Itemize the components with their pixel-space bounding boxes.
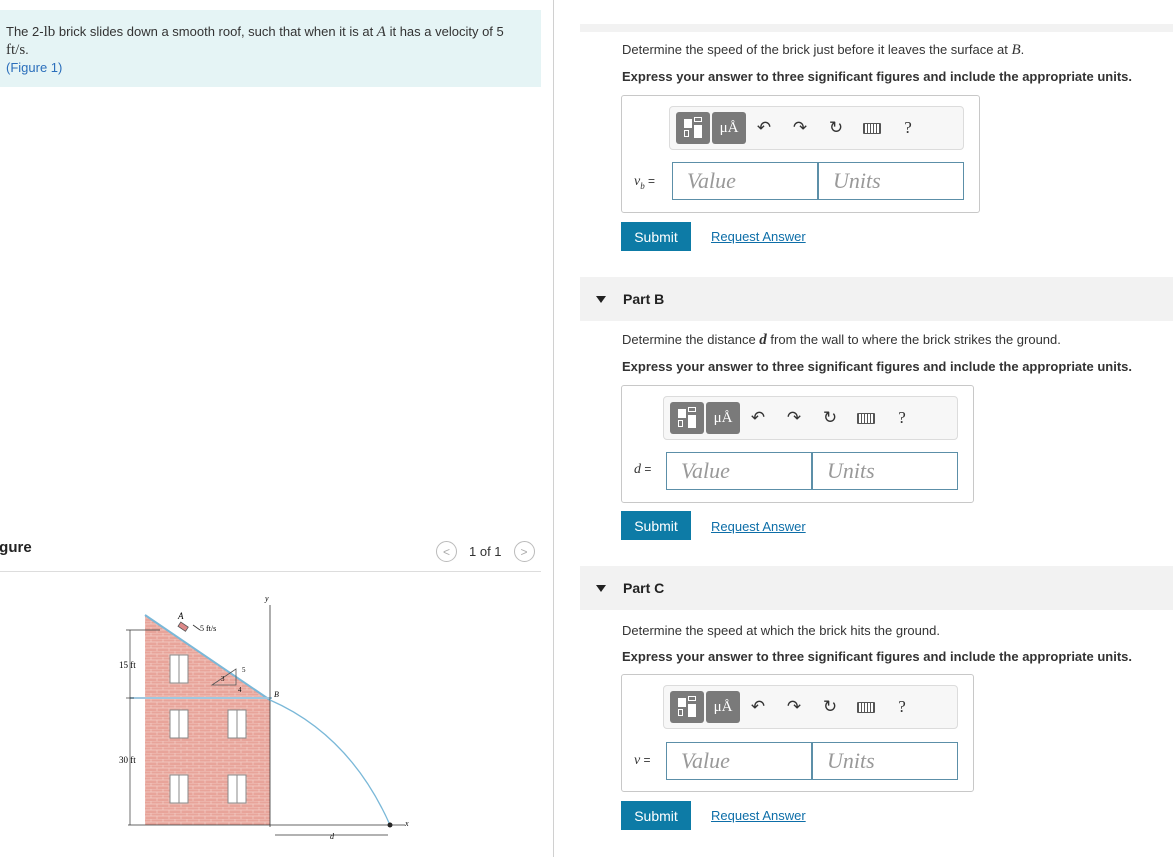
pane-divider	[553, 0, 554, 857]
part-a-request-answer-link[interactable]: Request Answer	[711, 229, 806, 244]
problem-text-1: The 2-	[6, 24, 44, 39]
problem-text-2: brick slides down a smooth roof, such th…	[55, 24, 377, 39]
keyboard-icon[interactable]	[854, 112, 890, 144]
part-b-question-var: d	[759, 332, 767, 348]
chevron-left-icon: <	[442, 544, 450, 559]
part-a-answer-box: μÅ ↶ ↷ ↻ ? vb = Value Units	[621, 95, 980, 213]
height-30ft-label: 30 ft	[119, 755, 136, 765]
part-b-value-input[interactable]: Value	[666, 452, 812, 490]
problem-units: ft/s	[6, 42, 26, 58]
point-a-label: A	[177, 611, 184, 621]
undo-icon[interactable]: ↶	[740, 691, 776, 723]
prev-figure-button[interactable]: <	[436, 541, 457, 562]
part-a-instruction: Express your answer to three significant…	[622, 69, 1132, 84]
part-b-question-end: from the wall to where the brick strikes…	[766, 332, 1061, 347]
part-a-header	[580, 24, 1173, 32]
trajectory-curve	[269, 699, 391, 826]
units-icon[interactable]: μÅ	[706, 402, 740, 434]
part-a-value-input[interactable]: Value	[672, 162, 818, 200]
part-c-var-label: v =	[634, 753, 651, 768]
part-a-toolbar: μÅ ↶ ↷ ↻ ?	[669, 106, 964, 150]
part-c-answer-box: μÅ ↶ ↷ ↻ ? v = Value Units	[621, 674, 974, 792]
undo-icon[interactable]: ↶	[740, 402, 776, 434]
slope-label-5: 5	[242, 666, 246, 674]
height-15ft-label: 15 ft	[119, 660, 136, 670]
part-a-question-var: B	[1011, 42, 1021, 58]
part-b-request-answer-link[interactable]: Request Answer	[711, 519, 806, 534]
reset-icon[interactable]: ↻	[818, 112, 854, 144]
part-b-units-input[interactable]: Units	[812, 452, 958, 490]
problem-point-a: A	[376, 24, 386, 40]
redo-icon[interactable]: ↷	[782, 112, 818, 144]
part-c-toolbar: μÅ ↶ ↷ ↻ ?	[663, 685, 958, 729]
building-wall	[145, 615, 270, 825]
part-b-question: Determine the distance d from the wall t…	[622, 332, 1061, 349]
caret-down-icon	[596, 295, 606, 303]
part-c-instruction: Express your answer to three significant…	[622, 649, 1132, 664]
problem-lb: lb	[43, 24, 56, 40]
part-a-var-label: vb =	[634, 174, 656, 191]
chevron-right-icon: >	[520, 544, 528, 559]
templates-icon[interactable]	[676, 112, 710, 144]
part-c-submit-button[interactable]: Submit	[621, 801, 691, 830]
problem-text-3: it has a velocity of 5	[385, 24, 504, 39]
figure-link[interactable]: (Figure 1)	[6, 59, 535, 76]
help-icon[interactable]: ?	[884, 691, 920, 723]
part-a-submit-button[interactable]: Submit	[621, 222, 691, 251]
part-c-request-answer-link[interactable]: Request Answer	[711, 808, 806, 823]
help-icon[interactable]: ?	[884, 402, 920, 434]
problem-period: .	[25, 42, 29, 57]
units-icon[interactable]: μÅ	[706, 691, 740, 723]
part-a-question-text: Determine the speed of the brick just be…	[622, 42, 1012, 57]
part-c-units-input[interactable]: Units	[812, 742, 958, 780]
part-b-header[interactable]: Part B	[580, 277, 1173, 321]
x-axis-label: x	[404, 819, 409, 828]
templates-icon[interactable]	[670, 691, 704, 723]
part-c-header[interactable]: Part C	[580, 566, 1173, 610]
next-figure-button[interactable]: >	[513, 541, 535, 562]
caret-down-icon	[596, 584, 606, 592]
part-b-submit-button[interactable]: Submit	[621, 511, 691, 540]
redo-icon[interactable]: ↷	[776, 691, 812, 723]
point-b-label: B	[274, 690, 279, 699]
part-c-question: Determine the speed at which the brick h…	[622, 623, 940, 638]
figure-nav: < 1 of 1 >	[436, 541, 535, 562]
part-a-units-input[interactable]: Units	[818, 162, 964, 200]
brick	[177, 621, 189, 632]
keyboard-icon[interactable]	[848, 402, 884, 434]
part-b-var-label: d =	[634, 462, 652, 477]
part-a-question: Determine the speed of the brick just be…	[622, 42, 1024, 59]
part-c-value-input[interactable]: Value	[666, 742, 812, 780]
help-icon[interactable]: ?	[890, 112, 926, 144]
figure-title: igure	[0, 539, 32, 556]
templates-icon[interactable]	[670, 402, 704, 434]
left-pane: The 2-lb brick slides down a smooth roof…	[0, 0, 553, 857]
redo-icon[interactable]: ↷	[776, 402, 812, 434]
reset-icon[interactable]: ↻	[812, 691, 848, 723]
undo-icon[interactable]: ↶	[746, 112, 782, 144]
units-icon[interactable]: μÅ	[712, 112, 746, 144]
part-b-title: Part B	[623, 291, 665, 307]
part-b-answer-box: μÅ ↶ ↷ ↻ ? d = Value Units	[621, 385, 974, 503]
part-b-instruction: Express your answer to three significant…	[622, 359, 1132, 374]
keyboard-icon[interactable]	[848, 691, 884, 723]
distance-label: d	[330, 832, 335, 841]
slope-label-4: 4	[238, 686, 242, 694]
figure-divider	[0, 571, 541, 572]
part-b-toolbar: μÅ ↶ ↷ ↻ ?	[663, 396, 958, 440]
figure-image: 5 3 4 A 5 ft/s y B x 15 ft 30 ft d	[119, 594, 409, 841]
velocity-arrow	[192, 624, 201, 631]
figure-counter: 1 of 1	[469, 544, 502, 559]
part-b-question-text: Determine the distance	[622, 332, 760, 347]
slope-label-3: 3	[221, 675, 225, 683]
velocity-label: 5 ft/s	[200, 624, 216, 633]
part-c-title: Part C	[623, 580, 665, 596]
problem-statement: The 2-lb brick slides down a smooth roof…	[0, 10, 541, 87]
y-axis-label: y	[264, 594, 269, 603]
reset-icon[interactable]: ↻	[812, 402, 848, 434]
part-a-question-end: .	[1020, 42, 1025, 57]
